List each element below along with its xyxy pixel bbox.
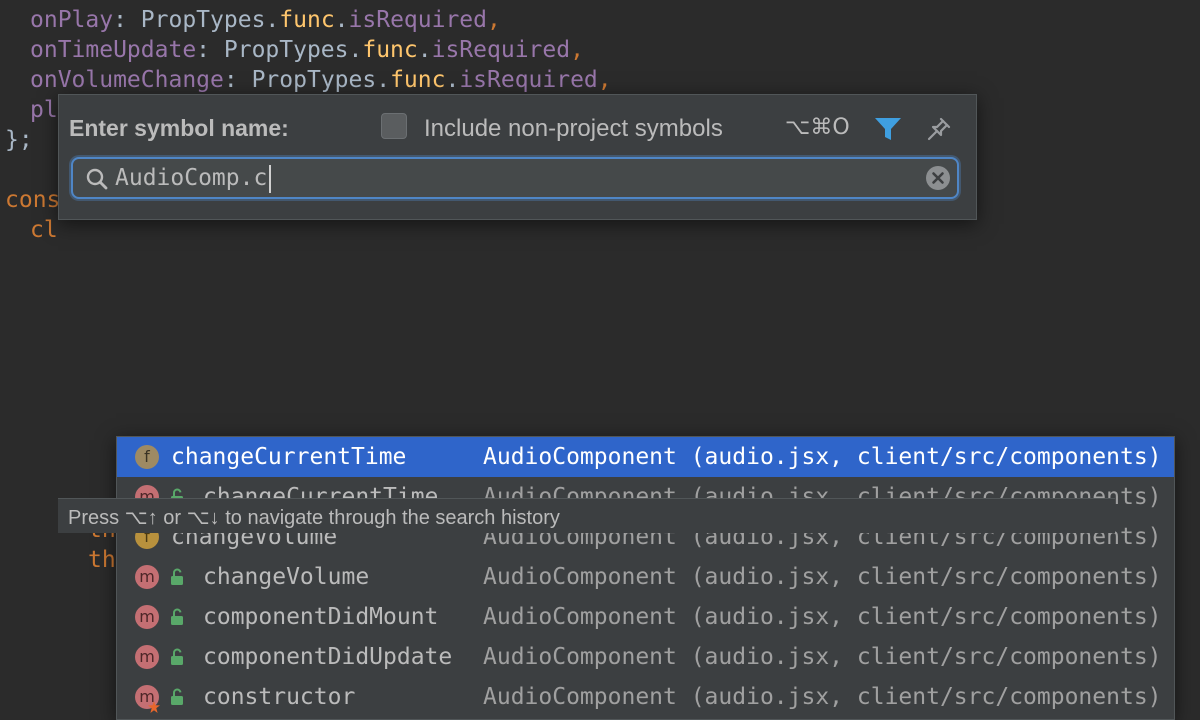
method-icon: m	[135, 565, 159, 589]
result-symbol-name: changeVolume	[203, 564, 370, 590]
unlocked-icon	[171, 688, 183, 705]
result-symbol-name: changeCurrentTime	[171, 444, 407, 470]
unlocked-icon	[171, 608, 183, 625]
result-location: AudioComponent (audio.jsx, client/src/co…	[483, 644, 1162, 670]
result-symbol-name: componentDidMount	[203, 604, 439, 630]
code-line: cons	[5, 187, 61, 213]
code-line: cl	[30, 217, 58, 243]
pin-icon[interactable]	[925, 115, 953, 143]
result-row[interactable]: m constructor AudioComponent (audio.jsx, c…	[117, 677, 1174, 717]
goto-symbol-popup: Enter symbol name: Include non-project s…	[58, 94, 977, 220]
code-line: onTimeUpdate: PropTypes.func.isRequired,	[30, 37, 584, 63]
include-non-project-label[interactable]: Include non-project symbols	[424, 115, 723, 143]
result-location: AudioComponent (audio.jsx, client/src/co…	[483, 604, 1162, 630]
text-caret	[269, 165, 271, 193]
symbol-search-input[interactable]	[115, 163, 895, 193]
result-symbol-name: constructor	[203, 684, 356, 710]
filter-icon[interactable]	[873, 115, 903, 143]
code-line: pl	[30, 97, 58, 123]
navigation-hint: Press ⌥↑ or ⌥↓ to navigate through the s…	[68, 507, 560, 529]
results-list: f changeCurrentTime AudioComponent (audio.…	[116, 436, 1175, 720]
search-icon	[86, 168, 108, 190]
popup-title: Enter symbol name:	[69, 115, 289, 141]
constructor-badge-icon	[148, 701, 160, 713]
symbol-search-box[interactable]	[71, 157, 959, 199]
unlocked-icon	[171, 648, 183, 665]
result-location: AudioComponent (audio.jsx, client/src/co…	[483, 564, 1162, 590]
result-row[interactable]: m changeVolume AudioComponent (audio.jsx, …	[117, 557, 1174, 597]
shortcut-hint: ⌥⌘O	[785, 115, 850, 140]
code-line: onPlay: PropTypes.func.isRequired,	[30, 7, 501, 33]
results-panel: f changeCurrentTime AudioComponent (audio.…	[58, 218, 1175, 720]
field-icon: f	[135, 445, 159, 469]
unlocked-icon	[171, 568, 183, 585]
result-row[interactable]: f changeCurrentTime AudioComponent (audio.…	[117, 437, 1174, 477]
method-icon: m	[135, 605, 159, 629]
result-row[interactable]: m componentDidUpdate AudioComponent (audio…	[117, 637, 1174, 677]
result-location: AudioComponent (audio.jsx, client/src/co…	[483, 444, 1162, 470]
code-line: };	[5, 127, 33, 153]
clear-icon[interactable]	[925, 165, 951, 191]
result-location: AudioComponent (audio.jsx, client/src/co…	[483, 684, 1162, 710]
result-symbol-name: componentDidUpdate	[203, 644, 453, 670]
result-row[interactable]: m componentDidMount AudioComponent (audio.…	[117, 597, 1174, 637]
results-footer: Press ⌥↑ or ⌥↓ to navigate through the s…	[58, 498, 1115, 533]
method-icon: m	[135, 645, 159, 669]
code-line: onVolumeChange: PropTypes.func.isRequire…	[30, 67, 612, 93]
include-non-project-checkbox[interactable]	[381, 113, 407, 139]
